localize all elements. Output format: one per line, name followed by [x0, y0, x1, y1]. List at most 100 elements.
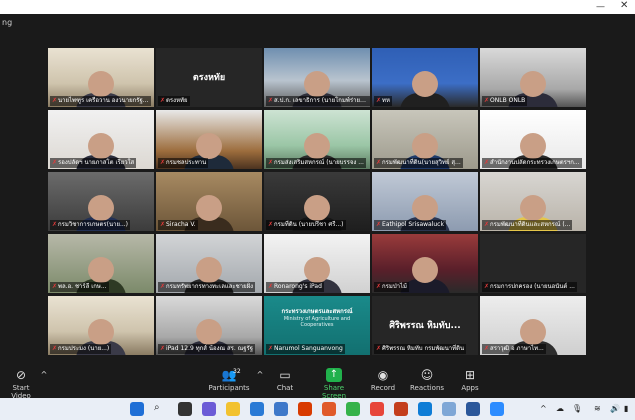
battery-icon[interactable]: ▮	[624, 404, 628, 413]
participant-name-label: ✗นายไพฑูร เครือวาน องวนายกรัฐ...	[50, 96, 151, 106]
participant-tile[interactable]: ✗สำนักงานปลัดกระทรวงเกษตรฯก...	[480, 110, 586, 169]
participant-tile[interactable]: ✗กรมที่ดิน (นายปรีชา ศรี...)	[264, 172, 370, 231]
share-screen-button[interactable]: ↑ Share Screen	[312, 368, 356, 400]
muted-mic-icon: ✗	[376, 283, 382, 290]
muted-mic-icon: ✗	[268, 159, 274, 166]
participant-tile[interactable]: ✗รองปลัดฯ นายภาสโต เรียวใส	[48, 110, 154, 169]
chat-button[interactable]: ▭ Chat	[272, 368, 298, 392]
participant-tile[interactable]: ✗Ronarong's iPad	[264, 234, 370, 293]
participant-face	[88, 71, 114, 97]
line-icon[interactable]	[346, 402, 360, 416]
zoom-icon[interactable]	[490, 402, 504, 416]
app-icon[interactable]	[322, 402, 336, 416]
participant-name-label: ✗กรมพัฒนาที่ดินและสหกรณ์ (...	[482, 220, 573, 230]
powerpoint-icon[interactable]	[394, 402, 408, 416]
muted-mic-icon: ✗	[376, 97, 382, 104]
participant-face	[412, 71, 438, 97]
participant-tile[interactable]: ✗นายไพฑูร เครือวาน องวนายกรัฐ...	[48, 48, 154, 107]
participant-tile[interactable]: ✗กรมป่าไม้	[372, 234, 478, 293]
reactions-button[interactable]: ☺ Reactions	[410, 368, 444, 392]
muted-mic-icon: ✗	[160, 221, 166, 228]
muted-mic-icon: ✗	[268, 97, 274, 104]
participant-tile[interactable]: ✗สราวุฒิ อ ภาษาไท...	[480, 296, 586, 355]
participant-name: กรมทรัพยากรทางทะเลและชายฝั่ง	[166, 283, 254, 290]
onedrive-icon[interactable]: ☁	[556, 404, 564, 413]
participant-tile[interactable]: ✗กรมวิชาการเกษตร(นาย...)	[48, 172, 154, 231]
participant-name: กรมที่ดิน (นายปรีชา ศรี...)	[274, 221, 344, 228]
muted-mic-icon: ✗	[52, 283, 58, 290]
participant-face	[304, 195, 330, 221]
office-icon[interactable]	[298, 402, 312, 416]
file-explorer-icon[interactable]	[226, 402, 240, 416]
muted-mic-icon: ✗	[484, 97, 490, 104]
meeting-toolbar: ⊘ Start Video ^ 👥 32 Participants ^ ▭ Ch…	[0, 364, 635, 400]
participant-tile[interactable]: ✗กรมพัฒนาที่ดิน(นายสุวิทย์ สุ...	[372, 110, 478, 169]
participant-face	[88, 257, 114, 283]
record-button[interactable]: ◉ Record	[368, 368, 398, 392]
participant-name: Ronarong's iPad	[274, 283, 322, 290]
participant-tile[interactable]: ศิริพรรณ หิมทับ... ✗ศิริพรรณ หิมทับ กรมพั…	[372, 296, 478, 355]
participant-tile[interactable]: ✗กรมการปกครอง (นายนอนันต์ ...	[480, 234, 586, 293]
window-titlebar: — ✕	[0, 0, 635, 14]
chevron-up-icon: ^	[256, 370, 264, 379]
minimize-button[interactable]: —	[596, 2, 605, 12]
word-icon[interactable]	[466, 402, 480, 416]
participant-name-label: ✗ทห	[374, 96, 392, 106]
participant-tile[interactable]: ✗กรมส่งเสริมสหกรณ์ (นายบรรจง ...	[264, 110, 370, 169]
microphone-icon[interactable]: 🎙	[572, 404, 582, 413]
task-view-icon[interactable]	[178, 402, 192, 416]
chrome-icon[interactable]	[370, 402, 384, 416]
participant-tile[interactable]: ✗กรมประมง (นาย...)	[48, 296, 154, 355]
participant-name-label: ✗ส.ป.ก. เลขาธิการ (นายโกมพ์ร่ายน์ ท...	[266, 96, 370, 106]
volume-icon[interactable]: 🔊	[610, 404, 620, 413]
participant-face	[412, 133, 438, 159]
participant-tile[interactable]: ✗พล.อ. ชาร์ลี เกษ...	[48, 234, 154, 293]
participant-name-label: ✗กรมวิชาการเกษตร(นาย...)	[50, 220, 131, 230]
participant-tile[interactable]: ตรงหทัย ✗ตรงหทัย	[156, 48, 262, 107]
video-options-caret[interactable]: ^	[36, 368, 48, 384]
close-button[interactable]: ✕	[620, 0, 628, 11]
participant-tile[interactable]: ✗กรมชลประทาน	[156, 110, 262, 169]
edge-icon[interactable]	[418, 402, 432, 416]
participant-tile[interactable]: ✗ONLB ONLB	[480, 48, 586, 107]
participant-tile[interactable]: ✗Siracha V.	[156, 172, 262, 231]
video-off-icon: ⊘	[15, 368, 27, 382]
ministry-logo-subtitle: Ministry of Agriculture and Cooperatives	[283, 316, 351, 328]
participant-name: ศิริพรรณ หิมทับ กรมพัฒนาที่ดิน	[382, 345, 465, 352]
participant-tile[interactable]: กระทรวงเกษตรและสหกรณ์ Ministry of Agricul…	[264, 296, 370, 355]
participant-name-label: ✗สำนักงานปลัดกระทรวงเกษตรฯก...	[482, 158, 582, 168]
muted-mic-icon: ✗	[484, 345, 490, 352]
windows-taskbar: ⌕ ^ ☁ 🎙 ≋ 🔊 ▮	[0, 398, 635, 420]
start-menu-icon[interactable]	[130, 402, 144, 416]
participant-tile[interactable]: ✗ส.ป.ก. เลขาธิการ (นายโกมพ์ร่ายน์ ท...	[264, 48, 370, 107]
participant-name: รองปลัดฯ นายภาสโต เรียวใส	[58, 159, 135, 166]
participant-name: สำนักงานปลัดกระทรวงเกษตรฯก...	[490, 159, 580, 166]
start-video-button[interactable]: ⊘ Start Video	[4, 368, 38, 400]
participant-tile[interactable]: ✗Eathipol Srisawaluck	[372, 172, 478, 231]
participant-face	[520, 319, 546, 345]
participant-tile[interactable]: ✗ทห	[372, 48, 478, 107]
search-icon[interactable]: ⌕	[154, 402, 168, 416]
participants-button[interactable]: 👥 32 Participants	[206, 368, 252, 392]
participant-tile[interactable]: ✗iPad 12.9 ทุกส์ น้องณ สร. ณฐรัฐ	[156, 296, 262, 355]
app-icon[interactable]	[442, 402, 456, 416]
participant-name: Eathipol Srisawaluck	[382, 221, 444, 228]
participants-count: 32	[233, 368, 241, 375]
teams-chat-icon[interactable]	[202, 402, 216, 416]
mail-icon[interactable]	[250, 402, 264, 416]
record-icon: ◉	[377, 368, 389, 382]
participant-tile[interactable]: ✗กรมพัฒนาที่ดินและสหกรณ์ (...	[480, 172, 586, 231]
participant-face	[304, 71, 330, 97]
dropbox-icon[interactable]	[274, 402, 288, 416]
wifi-icon[interactable]: ≋	[594, 404, 601, 413]
participant-tile[interactable]: ✗กรมทรัพยากรทางทะเลและชายฝั่ง	[156, 234, 262, 293]
tray-chevron-icon[interactable]: ^	[540, 404, 547, 413]
apps-button[interactable]: ⊞ Apps	[458, 368, 482, 392]
muted-mic-icon: ✗	[484, 283, 490, 290]
muted-mic-icon: ✗	[268, 345, 274, 352]
muted-mic-icon: ✗	[52, 345, 58, 352]
participant-name-label: ✗Siracha V.	[158, 220, 198, 230]
participant-face	[304, 257, 330, 283]
participant-name-label: ✗รองปลัดฯ นายภาสโต เรียวใส	[50, 158, 137, 168]
participants-options-caret[interactable]: ^	[252, 368, 264, 384]
